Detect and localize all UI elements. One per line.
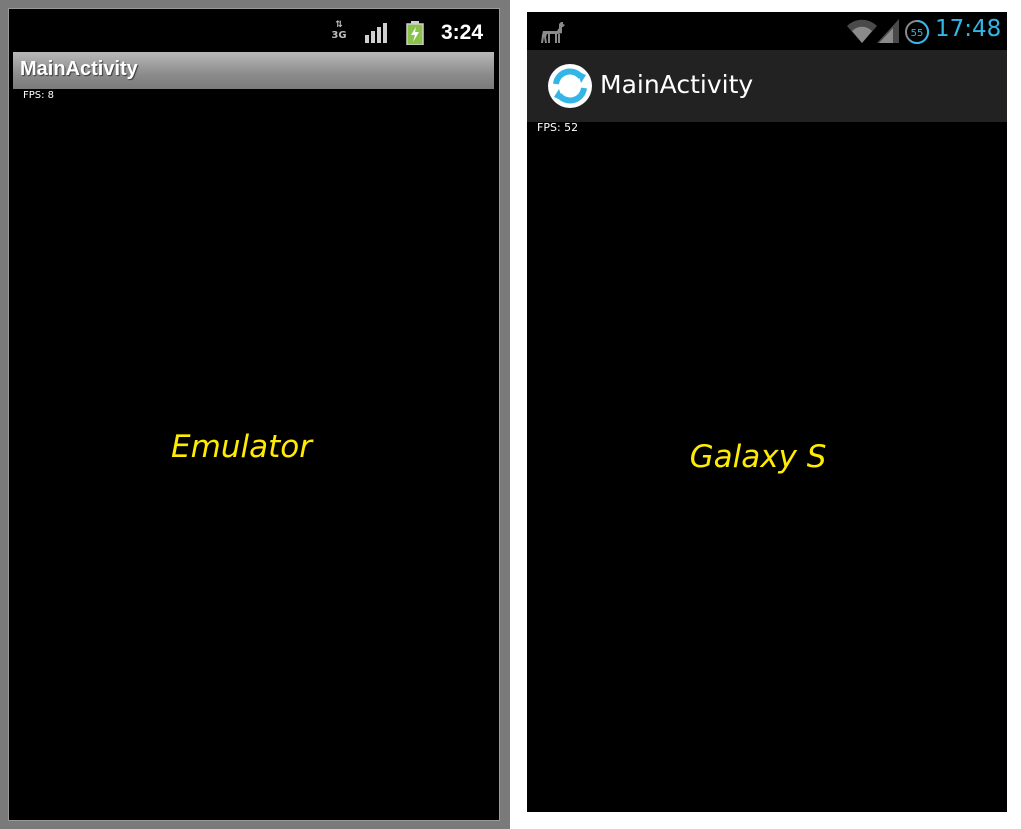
battery-level: 55 [911, 28, 924, 39]
galaxy-status-bar: 55 17:48 [527, 12, 1007, 50]
battery-circle-icon: 55 [905, 19, 929, 44]
page-title: MainActivity [600, 70, 754, 99]
status-clock: 3:24 [441, 21, 484, 44]
refresh-icon[interactable] [547, 63, 593, 109]
page-title: MainActivity [20, 58, 138, 80]
device-label: Galaxy S [689, 439, 827, 475]
3g-data-icon: ⇅ 3G [331, 20, 347, 42]
title-bar: MainActivity [13, 52, 494, 89]
action-bar: MainActivity [527, 50, 1007, 122]
wifi-icon [847, 19, 877, 43]
galaxy-screen: 55 17:48 MainActivity FPS: 52 Galaxy S [527, 12, 1007, 812]
emulator-bezel: ⇅ 3G 3:24 MainActivity FPS: 8 Emulator [0, 0, 510, 829]
status-clock: 17:48 [935, 16, 1002, 42]
battery-charging-icon [406, 21, 424, 45]
signal-icon [877, 19, 899, 43]
emulator-screen: ⇅ 3G 3:24 MainActivity FPS: 8 Emulator [8, 8, 500, 821]
emulator-status-bar: ⇅ 3G 3:24 [9, 9, 499, 52]
device-label: Emulator [171, 429, 312, 465]
fps-counter: FPS: 52 [537, 121, 579, 134]
signal-icon [365, 23, 387, 43]
llama-icon [541, 22, 565, 43]
fps-counter: FPS: 8 [23, 90, 55, 101]
